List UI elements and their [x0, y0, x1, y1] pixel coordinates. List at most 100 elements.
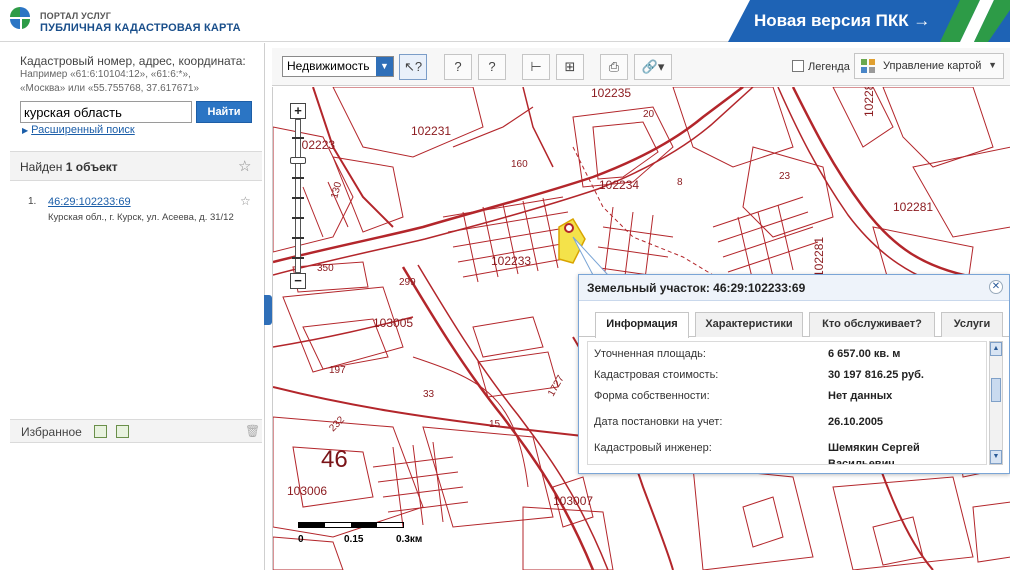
found-count: 1: [65, 160, 73, 174]
popup-header: Земельный участок: 46:29:102233:69 ✕: [579, 275, 1009, 301]
quarter-label: 102235: [591, 87, 631, 100]
lot-label: 350: [317, 263, 334, 274]
scale-bar: 0 0.15 0.3км: [298, 522, 422, 552]
advanced-search-label: Расширенный поиск: [31, 124, 135, 136]
search-hint: Кадастровый номер, адрес, координата:: [20, 54, 246, 68]
favorites-import-icon[interactable]: [94, 425, 107, 438]
help-icon: ?: [454, 59, 462, 74]
link-icon: 🔗▾: [641, 59, 665, 74]
tab-who-serves[interactable]: Кто обслуживает?: [809, 312, 935, 337]
search-button[interactable]: Найти: [196, 101, 252, 123]
measure-length-button[interactable]: ⊢: [522, 54, 550, 80]
lot-label: 299: [399, 277, 416, 288]
info-key: Кадастровая стоимость:: [594, 369, 719, 381]
lot-label: 197: [329, 365, 346, 376]
info-row: Дата постановки на учет: 26.10.2005: [588, 410, 986, 434]
quarter-label: 102233: [491, 254, 531, 268]
map-control-dropdown[interactable]: Управление картой ▼: [854, 53, 1004, 79]
result-cadastral-link[interactable]: 46:29:102233:69: [48, 196, 131, 208]
info-table: Уточненная площадь: 6 657.00 кв. м Кадас…: [587, 341, 987, 465]
lot-label: 23: [779, 171, 791, 182]
info-value: 6 657.00 кв. м: [828, 348, 901, 360]
portal-logo-icon[interactable]: [8, 5, 32, 37]
scale-label: 0.3км: [396, 534, 423, 545]
measure-area-button[interactable]: ⊞: [556, 54, 584, 80]
favorites-export-icon[interactable]: [116, 425, 129, 438]
zoom-tick: [292, 177, 304, 179]
result-number: 1.: [28, 196, 37, 207]
search-example-2: «Москва» или «55.755768, 37.617671»: [20, 83, 200, 94]
info-value: 30 197 816.25 руб.: [828, 369, 924, 381]
arrow-right-icon: ▶: [22, 126, 29, 135]
new-version-link[interactable]: Новая версия ПКК →: [754, 11, 930, 31]
quarter-label: 103006: [287, 484, 327, 498]
close-icon[interactable]: ✕: [989, 280, 1003, 294]
scroll-thumb[interactable]: [991, 378, 1001, 402]
tab-services[interactable]: Услуги: [941, 312, 1003, 337]
lot-label: 33: [423, 389, 435, 400]
info-row: Кадастровый инженер: Шемякин Сергей Васи…: [588, 436, 986, 464]
favorites-label: Избранное: [21, 425, 82, 439]
found-suffix: объект: [75, 160, 118, 174]
trash-icon[interactable]: 🗑: [245, 424, 260, 438]
scroll-up-icon[interactable]: ▲: [990, 342, 1002, 356]
info-key: Уточненная площадь:: [594, 348, 706, 360]
zoom-slider[interactable]: + −: [288, 103, 308, 289]
legend-checkbox[interactable]: [792, 60, 804, 72]
zoom-out-button[interactable]: −: [290, 273, 306, 289]
parcel-marker-icon[interactable]: [564, 223, 574, 233]
layers-grid-icon: [861, 59, 875, 73]
quarter-label: 102283: [862, 87, 876, 117]
star-icon[interactable]: ☆: [240, 194, 251, 208]
chevron-down-icon: ▼: [376, 57, 393, 76]
results-header: Найден 1 объект ☆: [10, 151, 262, 181]
print-button[interactable]: ⎙: [600, 54, 628, 80]
tab-characteristics[interactable]: Характеристики: [695, 312, 803, 337]
scale-label: 0: [298, 534, 304, 545]
tab-information[interactable]: Информация: [595, 312, 689, 338]
lot-label: 232: [327, 414, 347, 434]
parcel-info-popup: Земельный участок: 46:29:102233:69 ✕ Инф…: [578, 274, 1010, 474]
cursor-question-icon: ↖?: [403, 59, 423, 74]
identify-tool-button[interactable]: ↖?: [399, 54, 427, 80]
left-panel: Кадастровый номер, адрес, координата: На…: [0, 43, 265, 570]
scroll-down-icon[interactable]: ▼: [990, 450, 1002, 464]
legend-label[interactable]: Легенда: [808, 61, 850, 73]
info-value: 26.10.2005: [828, 416, 884, 428]
info-key: Кадастровый инженер:: [594, 442, 712, 454]
info-tool-button[interactable]: ?: [444, 54, 472, 80]
link-button[interactable]: 🔗▾: [634, 54, 672, 80]
map-toolbar: Недвижимость ▼ ↖? ? ? ⊢ ⊞ ⎙ 🔗▾ Легенда У…: [272, 48, 1010, 86]
quarter-label: 102231: [411, 124, 451, 138]
object-info-button[interactable]: ?: [478, 54, 506, 80]
advanced-search-link[interactable]: ▶ Расширенный поиск: [22, 124, 135, 136]
result-address: Курская обл., г. Курск, ул. Асеева, д. 3…: [48, 212, 234, 223]
zoom-track[interactable]: [295, 119, 301, 273]
quarter-label: 102234: [599, 178, 639, 192]
zoom-tick: [292, 217, 304, 219]
popup-tabs: Информация Характеристики Кто обслуживае…: [579, 312, 1009, 338]
ruler-icon: ⊢: [530, 59, 542, 74]
info-value: Нет данных: [828, 390, 893, 402]
district-label: 46: [321, 446, 348, 473]
collapse-panel-handle[interactable]: [264, 295, 272, 325]
quarter-label: 103007: [553, 494, 593, 508]
scale-label: 0.15: [344, 534, 364, 545]
zoom-in-button[interactable]: +: [290, 103, 306, 119]
info-icon: ?: [488, 59, 496, 74]
quarter-label: 103005: [373, 316, 413, 330]
popup-scrollbar[interactable]: ▲ ▼: [989, 341, 1003, 465]
favorites-header: Избранное 🗑: [10, 419, 262, 443]
info-row: Форма собственности: Нет данных: [588, 384, 986, 408]
chevron-down-icon: ▼: [988, 60, 997, 70]
printer-icon: ⎙: [608, 59, 620, 74]
layer-select[interactable]: Недвижимость ▼: [282, 56, 394, 77]
zoom-handle[interactable]: [290, 157, 306, 164]
quarter-label: 102281: [893, 200, 933, 214]
map-control-label: Управление картой: [883, 60, 982, 72]
lot-label: 130: [329, 180, 344, 199]
star-icon[interactable]: ☆: [238, 157, 251, 175]
lot-label: 20: [643, 109, 655, 120]
search-input[interactable]: [20, 101, 192, 123]
portal-title[interactable]: ПУБЛИЧНАЯ КАДАСТРОВАЯ КАРТА: [40, 22, 241, 34]
